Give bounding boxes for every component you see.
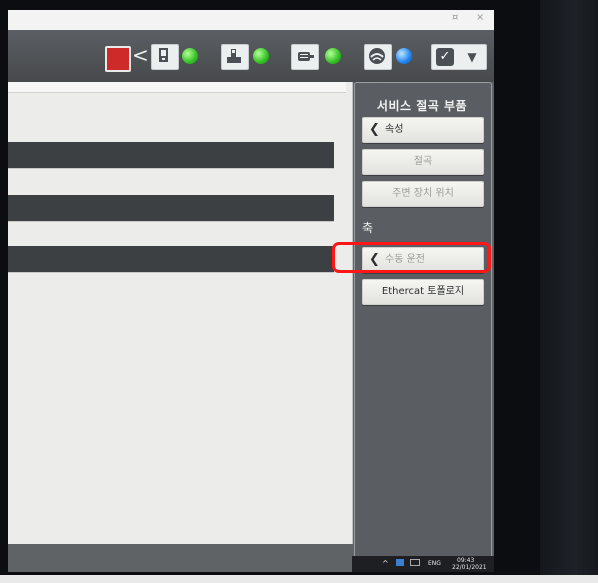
main-content-area: [8, 82, 353, 544]
minimize-button[interactable]: ¤: [452, 12, 458, 23]
menu-item-properties[interactable]: ❮ 속성: [362, 117, 484, 143]
status-led-3: [325, 48, 341, 64]
chevron-left-icon: ❮: [369, 122, 380, 137]
list-row-bar[interactable]: [8, 142, 334, 168]
chevron-down-icon: ▼: [467, 50, 477, 64]
keyboard-tray-icon[interactable]: [410, 559, 420, 566]
background-wall: [540, 0, 598, 583]
list-row-bar[interactable]: [8, 246, 334, 272]
checkbox-dropdown[interactable]: ✓ ▼: [431, 44, 487, 70]
clock-date[interactable]: 22/01/2021: [452, 564, 487, 571]
side-menu-panel: 서비스 절곡 부품 ❮ 속성 절곡 주변 장치 위치 축 ❮ 수동 운전 Eth…: [354, 82, 492, 568]
close-button[interactable]: ×: [476, 12, 484, 23]
menu-item-ethercat-topology[interactable]: Ethercat 토폴로지: [362, 279, 484, 305]
tray-expand-icon[interactable]: ^: [382, 560, 389, 568]
status-led-2: [253, 48, 269, 64]
windows-taskbar-tray: ^ ENG 09:43 22/01/2021: [352, 556, 494, 572]
menu-item-bending[interactable]: 절곡: [362, 149, 484, 175]
robot-cell-icon[interactable]: [105, 46, 131, 72]
menu-item-label: Ethercat 토폴로지: [381, 286, 465, 297]
menu-item-label: 절곡: [413, 156, 433, 167]
row-divider: [8, 272, 334, 273]
highlight-annotation: [332, 242, 491, 273]
top-toolbar: < ✓ ▼: [8, 30, 494, 82]
window-title-bar: ¤ ×: [8, 10, 494, 30]
drive-motor-icon[interactable]: [291, 44, 319, 70]
row-divider: [8, 221, 334, 222]
network-globe-icon[interactable]: [364, 44, 392, 70]
content-header: [8, 82, 346, 93]
toolbar-back-icon[interactable]: <: [132, 42, 149, 68]
usb-device-icon[interactable]: [221, 44, 249, 70]
panel-title: 서비스 절곡 부품: [376, 99, 468, 113]
network-tray-icon[interactable]: [396, 559, 404, 566]
section-header-axis: 축: [362, 221, 374, 235]
checkbox-icon: ✓: [436, 48, 454, 66]
list-row-bar[interactable]: [8, 195, 334, 221]
language-indicator[interactable]: ENG: [428, 560, 441, 567]
menu-item-label: 속성: [385, 124, 404, 135]
clock-time[interactable]: 09:43: [457, 557, 474, 564]
hmi-screen: ¤ × < ✓ ▼ 서비스 절곡 부품 ❮ 속성 절곡 주변 장치 위치 축 ❮…: [8, 10, 494, 572]
menu-item-peripheral-position[interactable]: 주변 장치 위치: [362, 181, 484, 207]
row-divider: [8, 168, 334, 169]
teach-pendant-icon[interactable]: [151, 44, 179, 70]
status-led-4: [396, 48, 412, 64]
photo-border: [0, 575, 598, 583]
menu-item-label: 주변 장치 위치: [392, 188, 454, 199]
status-led-1: [182, 48, 198, 64]
